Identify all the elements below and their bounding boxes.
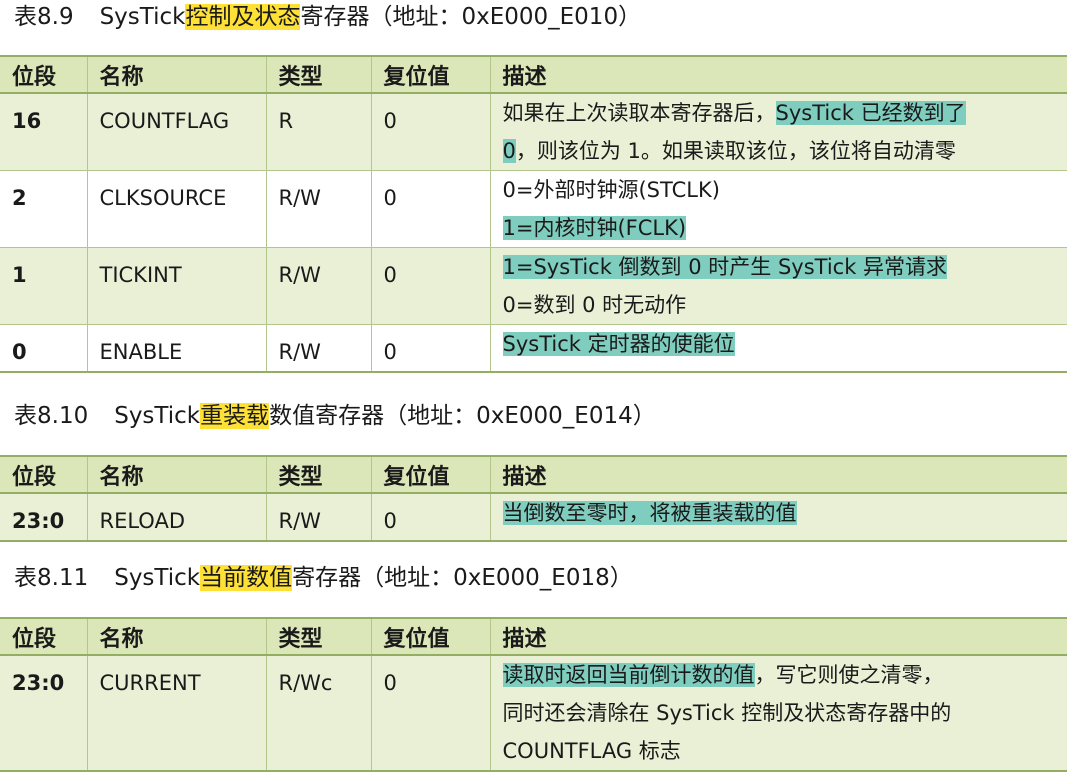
cell-type: R/W (265, 493, 371, 542)
cell-bits: 0 (0, 324, 87, 373)
caption-number: 表8.9 (14, 4, 74, 30)
cell-type: R/W (265, 170, 371, 248)
cell-type: R/Wc (265, 655, 371, 772)
header-row: 位段 名称 类型 复位值 描述 (0, 55, 1067, 94)
header-reset: 复位值 (370, 617, 490, 656)
caption-highlight: 控制及状态 (185, 4, 301, 30)
table-caption-8-11: 表8.11 SysTick当前数值寄存器（地址：0xE000_E018） (14, 563, 633, 593)
header-row: 位段 名称 类型 复位值 描述 (0, 455, 1067, 494)
caption-pre: SysTick (114, 565, 201, 591)
table-row: 16 COUNTFLAG R 0 如果在上次读取本寄存器后，SysTick 已经数到了 0… (0, 93, 1067, 171)
header-bits: 位段 (0, 617, 87, 656)
table-row: 23:0 CURRENT R/Wc 0 读取时返回当前倒计数的值，写它则使之清零， 同时还… (0, 655, 1067, 772)
register-table-current: 位段 名称 类型 复位值 描述 23:0 CURRENT R/Wc 0 读取时返回当前倒计数的值… (0, 617, 1067, 772)
table-row: 1 TICKINT R/W 0 1=SysTick 倒数到 0 时产生 SysTick … (0, 247, 1067, 325)
desc-highlight: 1=SysTick 倒数到 0 时产生 SysTick 异常请求 (502, 255, 948, 279)
cell-type: R/W (265, 324, 371, 373)
desc-line: 同时还会清除在 SysTick 控制及状态寄存器中的 (503, 694, 1056, 732)
table-row: 0 ENABLE R/W 0 SysTick 定时器的使能位 (0, 324, 1067, 373)
cell-desc: SysTick 定时器的使能位 (489, 324, 1067, 373)
cell-reset: 0 (370, 324, 490, 373)
header-type: 类型 (265, 617, 371, 656)
desc-line: COUNTFLAG 标志 (503, 732, 1056, 770)
desc-line: 0=外部时钟源(STCLK) (503, 171, 1056, 209)
caption-pre: SysTick (114, 403, 201, 429)
header-type: 类型 (265, 55, 371, 94)
desc-pre: COUNTFLAG 标志 (502, 739, 681, 763)
cell-desc: 如果在上次读取本寄存器后，SysTick 已经数到了 0，则该位为 1。如果读取该… (489, 93, 1067, 171)
cell-desc: 1=SysTick 倒数到 0 时产生 SysTick 异常请求 0=数到 0 时… (489, 247, 1067, 325)
desc-highlight: 0 (502, 139, 516, 163)
table-caption-8-10: 表8.10 SysTick重装载数值寄存器（地址：0xE000_E014） (14, 401, 656, 431)
cell-desc: 读取时返回当前倒计数的值，写它则使之清零， 同时还会清除在 SysTick 控制及… (489, 655, 1067, 772)
cell-reset: 0 (370, 655, 490, 772)
caption-highlight: 重装载 (200, 403, 270, 429)
desc-pre: 如果在上次读取本寄存器后， (502, 101, 776, 125)
desc-line: 1=SysTick 倒数到 0 时产生 SysTick 异常请求 (502, 248, 1056, 286)
desc-highlight: SysTick 定时器的使能位 (502, 332, 735, 356)
desc-line: 0=数到 0 时无动作 (503, 286, 1056, 324)
desc-line: 如果在上次读取本寄存器后，SysTick 已经数到了 (503, 94, 1056, 132)
cell-reset: 0 (370, 493, 490, 542)
header-reset: 复位值 (370, 455, 490, 494)
caption-number: 表8.11 (14, 565, 89, 591)
table-row: 2 CLKSOURCE R/W 0 0=外部时钟源(STCLK) 1=内核时钟(FCLK) (0, 170, 1067, 248)
cell-bits: 16 (0, 93, 87, 171)
desc-post: ，写它则使之清零， (754, 663, 944, 687)
cell-bits: 23:0 (0, 493, 87, 542)
cell-desc: 当倒数至零时，将被重装载的值 (489, 493, 1067, 542)
caption-highlight: 当前数值 (200, 565, 293, 591)
cell-type: R (265, 93, 371, 171)
cell-desc: 0=外部时钟源(STCLK) 1=内核时钟(FCLK) (489, 170, 1067, 248)
cell-bits: 2 (0, 170, 87, 248)
desc-line: 读取时返回当前倒计数的值，写它则使之清零， (502, 656, 1056, 694)
cell-reset: 0 (370, 93, 490, 171)
header-desc: 描述 (489, 55, 1067, 94)
cell-name: ENABLE (86, 324, 266, 373)
header-name: 名称 (86, 617, 266, 656)
cell-name: RELOAD (86, 493, 266, 542)
header-type: 类型 (265, 455, 371, 494)
header-row: 位段 名称 类型 复位值 描述 (0, 617, 1067, 656)
cell-reset: 0 (370, 247, 490, 325)
desc-pre: 0=外部时钟源(STCLK) (502, 178, 720, 202)
cell-name: COUNTFLAG (86, 93, 266, 171)
cell-name: TICKINT (86, 247, 266, 325)
desc-highlight: 读取时返回当前倒计数的值 (502, 663, 755, 687)
desc-pre: 0=数到 0 时无动作 (502, 293, 687, 317)
table-row: 23:0 RELOAD R/W 0 当倒数至零时，将被重装载的值 (0, 493, 1067, 542)
desc-highlight: 当倒数至零时，将被重装载的值 (502, 501, 797, 525)
header-bits: 位段 (0, 455, 87, 494)
header-name: 名称 (86, 455, 266, 494)
desc-line: SysTick 定时器的使能位 (502, 325, 1056, 363)
desc-line: 当倒数至零时，将被重装载的值 (502, 494, 1056, 532)
cell-name: CLKSOURCE (86, 170, 266, 248)
cell-reset: 0 (370, 170, 490, 248)
caption-post: 寄存器（地址：0xE000_E018） (292, 565, 633, 591)
caption-pre: SysTick (99, 4, 186, 30)
caption-number: 表8.10 (14, 403, 89, 429)
desc-line: 0，则该位为 1。如果读取该位，该位将自动清零 (502, 132, 1056, 170)
desc-pre: 同时还会清除在 SysTick 控制及状态寄存器中的 (502, 701, 952, 725)
caption-post: 数值寄存器（地址：0xE000_E014） (269, 403, 656, 429)
register-table-reload: 位段 名称 类型 复位值 描述 23:0 RELOAD R/W 0 当倒数至零时，将被重装载的值 (0, 455, 1067, 542)
header-desc: 描述 (489, 455, 1067, 494)
desc-post: ，则该位为 1。如果读取该位，该位将自动清零 (515, 139, 956, 163)
cell-bits: 23:0 (0, 655, 87, 772)
header-desc: 描述 (489, 617, 1067, 656)
desc-highlight: 1=内核时钟(FCLK) (502, 216, 687, 240)
cell-bits: 1 (0, 247, 87, 325)
desc-highlight: SysTick 已经数到了 (775, 101, 966, 125)
cell-type: R/W (265, 247, 371, 325)
desc-line: 1=内核时钟(FCLK) (502, 209, 1056, 247)
header-reset: 复位值 (370, 55, 490, 94)
register-table-ctrl: 位段 名称 类型 复位值 描述 16 COUNTFLAG R 0 如果在上次读取本寄存器后，Sy… (0, 55, 1067, 373)
cell-name: CURRENT (86, 655, 266, 772)
caption-post: 寄存器（地址：0xE000_E010） (300, 4, 642, 30)
header-bits: 位段 (0, 55, 87, 94)
header-name: 名称 (86, 55, 266, 94)
table-caption-8-9: 表8.9 SysTick控制及状态寄存器（地址：0xE000_E010） (14, 2, 641, 32)
